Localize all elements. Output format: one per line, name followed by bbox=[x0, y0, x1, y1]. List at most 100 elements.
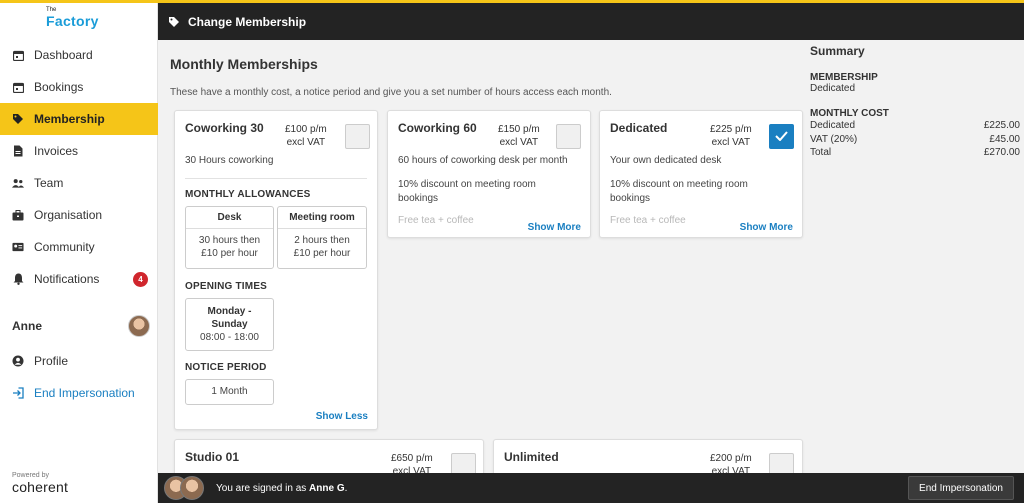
allowance-name: Desk bbox=[186, 207, 273, 229]
logo[interactable]: The Factory bbox=[46, 7, 99, 29]
avatar[interactable] bbox=[128, 315, 150, 337]
card-title: Coworking 30 bbox=[185, 121, 264, 135]
select-checkbox[interactable] bbox=[345, 124, 370, 149]
notification-count-badge: 4 bbox=[133, 272, 148, 287]
logo-name: Factory bbox=[46, 13, 99, 29]
sidebar-item-label: Notifications bbox=[34, 272, 100, 286]
cost-row-total: Total £270.00 bbox=[810, 146, 1020, 160]
sidebar-item-organisation[interactable]: Organisation bbox=[0, 199, 158, 231]
opening-times-box: Monday - Sunday 08:00 - 18:00 bbox=[185, 298, 274, 351]
user-name: Anne bbox=[12, 319, 42, 333]
tag-icon bbox=[168, 16, 180, 28]
opening-hours: 08:00 - 18:00 bbox=[200, 332, 259, 343]
sidebar-item-membership[interactable]: Membership bbox=[0, 103, 158, 135]
sidebar-item-label: Invoices bbox=[34, 144, 79, 158]
price-note: excl VAT bbox=[711, 137, 751, 148]
signed-in-prefix: You are signed in as bbox=[216, 482, 307, 494]
sidebar-item-label: Profile bbox=[34, 354, 69, 368]
signed-in-suffix: . bbox=[344, 482, 348, 494]
calendar-icon bbox=[12, 81, 24, 93]
cost-row-value: £270.00 bbox=[983, 147, 1020, 158]
membership-card-dedicated[interactable]: Dedicated £225 p/m excl VAT Your own ded… bbox=[599, 110, 803, 238]
top-accent-line bbox=[0, 0, 1024, 3]
opening-day: Monday - bbox=[207, 306, 252, 317]
allowance-value-line: £10 per hour bbox=[201, 248, 258, 259]
card-description: 60 hours of coworking desk per month bbox=[398, 155, 568, 166]
signed-in-text: You are signed in as Anne G. bbox=[216, 483, 347, 494]
sidebar-item-label: Organisation bbox=[34, 208, 103, 222]
impersonation-bar: You are signed in as Anne G. End Imperso… bbox=[158, 473, 1024, 503]
sidebar-item-bookings[interactable]: Bookings bbox=[0, 71, 158, 103]
checkmark-icon bbox=[775, 130, 788, 144]
show-less-link[interactable]: Show Less bbox=[316, 411, 368, 422]
cost-row: VAT (20%) £45.00 bbox=[810, 133, 1020, 147]
summary-title: Summary bbox=[810, 44, 865, 58]
price-amount: £200 p/m bbox=[710, 453, 752, 464]
sidebar-item-community[interactable]: Community bbox=[0, 231, 158, 263]
document-icon bbox=[12, 145, 24, 157]
membership-value: Dedicated bbox=[810, 83, 856, 94]
end-impersonation-button[interactable]: End Impersonation bbox=[908, 476, 1014, 500]
card-feature-line: bookings bbox=[398, 193, 439, 204]
membership-card-coworking-60[interactable]: Coworking 60 £150 p/m excl VAT 60 hours … bbox=[387, 110, 591, 238]
card-feature-line: 10% discount on meeting room bbox=[610, 179, 748, 190]
signed-in-name: Anne G bbox=[309, 482, 345, 494]
show-more-link[interactable]: Show More bbox=[528, 222, 581, 233]
id-card-icon bbox=[12, 241, 24, 253]
show-more-link[interactable]: Show More bbox=[740, 222, 793, 233]
page-title: Change Membership bbox=[188, 14, 307, 29]
current-user: Anne bbox=[0, 312, 158, 340]
allowance-value-line: 2 hours then bbox=[294, 235, 350, 246]
card-price: £150 p/m excl VAT bbox=[498, 123, 540, 149]
section-description: These have a monthly cost, a notice peri… bbox=[170, 87, 612, 98]
bell-icon bbox=[12, 273, 24, 285]
card-feature-line: bookings bbox=[610, 193, 651, 204]
card-title: Unlimited bbox=[504, 450, 559, 464]
cost-row-label: VAT (20%) bbox=[810, 133, 858, 145]
sidebar-item-label: Team bbox=[34, 176, 64, 190]
price-amount: £650 p/m bbox=[391, 453, 433, 464]
select-checkbox[interactable] bbox=[556, 124, 581, 149]
sidebar-item-notifications[interactable]: Notifications 4 bbox=[0, 263, 158, 295]
price-amount: £225 p/m bbox=[710, 124, 752, 135]
sidebar-item-label: Dashboard bbox=[34, 48, 93, 62]
sidebar-item-profile[interactable]: Profile bbox=[0, 345, 158, 377]
sidebar-item-label: Bookings bbox=[34, 80, 84, 94]
membership-card-coworking-30[interactable]: Coworking 30 £100 p/m excl VAT 30 Hours … bbox=[174, 110, 378, 430]
card-title: Dedicated bbox=[610, 121, 668, 135]
allowances-heading: MONTHLY ALLOWANCES bbox=[185, 189, 311, 200]
user-circle-icon bbox=[12, 355, 24, 367]
card-description: Your own dedicated desk bbox=[610, 155, 722, 166]
allowance-value-line: £10 per hour bbox=[293, 248, 351, 259]
sidebar-item-label: Community bbox=[34, 240, 95, 254]
allowance-name: Meeting room bbox=[278, 207, 366, 229]
opening-day: Sunday bbox=[211, 319, 248, 330]
avatar bbox=[180, 476, 204, 500]
allowance-value: 30 hours then £10 per hour bbox=[186, 229, 273, 265]
cost-row-value: £225.00 bbox=[983, 120, 1020, 131]
notice-period-value: 1 Month bbox=[211, 386, 248, 397]
sidebar-item-label: End Impersonation bbox=[34, 386, 135, 400]
sidebar-item-dashboard[interactable]: Dashboard bbox=[0, 39, 158, 71]
card-feature-line: 10% discount on meeting room bbox=[398, 179, 536, 190]
brand-logo: coherent bbox=[12, 479, 69, 495]
price-amount: £100 p/m bbox=[285, 124, 327, 135]
price-amount: £150 p/m bbox=[498, 124, 540, 135]
sign-in-icon bbox=[12, 387, 24, 399]
card-feature: 10% discount on meeting room bookings bbox=[610, 178, 748, 206]
cost-row-value: £45.00 bbox=[989, 133, 1020, 145]
card-feature: 10% discount on meeting room bookings bbox=[398, 178, 536, 206]
select-checkbox[interactable] bbox=[769, 124, 794, 149]
card-feature-faded: Free tea + coffee bbox=[610, 215, 686, 226]
sidebar-item-label: Membership bbox=[34, 112, 105, 126]
sidebar-item-invoices[interactable]: Invoices bbox=[0, 135, 158, 167]
card-title: Coworking 60 bbox=[398, 121, 477, 135]
sidebar-item-end-impersonation[interactable]: End Impersonation bbox=[0, 377, 158, 409]
user-nav: Profile End Impersonation bbox=[0, 345, 158, 409]
allowance-desk: Desk 30 hours then £10 per hour bbox=[185, 206, 274, 269]
sidebar-item-team[interactable]: Team bbox=[0, 167, 158, 199]
calendar-icon bbox=[12, 49, 24, 61]
allowance-meeting-room: Meeting room 2 hours then £10 per hour bbox=[277, 206, 367, 269]
notice-period-heading: NOTICE PERIOD bbox=[185, 362, 267, 373]
card-price: £225 p/m excl VAT bbox=[710, 123, 752, 149]
